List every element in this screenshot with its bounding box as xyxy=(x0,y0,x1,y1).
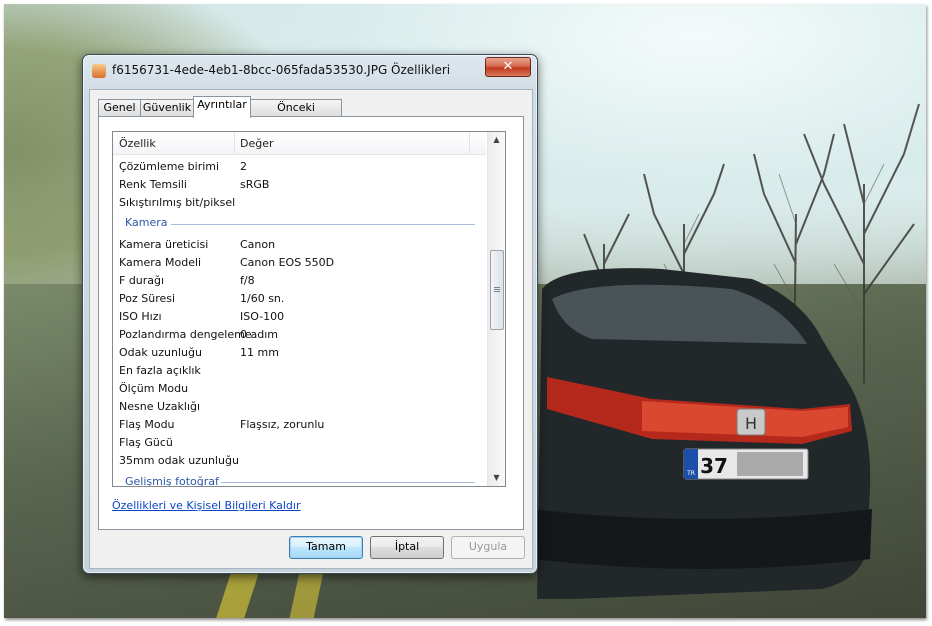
property-name: Odak uzunluğu xyxy=(119,346,202,359)
details-panel: Özellik Değer Çözümleme birimi 2 Renk Te… xyxy=(98,116,524,530)
tab-ayrintilar[interactable]: Ayrıntılar xyxy=(193,96,251,118)
grip-line xyxy=(494,291,500,292)
property-value: Canon xyxy=(240,238,276,251)
grip-line xyxy=(494,287,500,288)
list-header: Özellik Değer xyxy=(113,132,486,155)
property-value: Canon EOS 550D xyxy=(240,256,335,269)
column-separator[interactable] xyxy=(234,132,235,154)
property-name: Ölçüm Modu xyxy=(119,382,189,395)
list-item[interactable]: Ölçüm Modu xyxy=(113,380,486,398)
list-item[interactable]: Flaş Modu Flaşsız, zorunlu xyxy=(113,416,486,434)
close-icon: ✕ xyxy=(502,59,514,74)
cancel-button[interactable]: İptal xyxy=(370,536,444,559)
svg-text:H: H xyxy=(745,414,757,433)
property-value: 1/60 sn. xyxy=(240,292,285,305)
list-item[interactable]: ISO Hızı ISO-100 xyxy=(113,308,486,326)
scrollbar-thumb[interactable] xyxy=(490,250,504,330)
tab-genel[interactable]: Genel xyxy=(98,99,141,117)
property-value: Flaşsız, zorunlu xyxy=(240,418,325,431)
list-item[interactable]: Renk Temsili sRGB xyxy=(113,176,486,194)
remove-properties-link[interactable]: Özellikleri ve Kişisel Bilgileri Kaldır xyxy=(112,499,301,512)
tab-onceki-surumler[interactable]: Önceki Sürümler xyxy=(250,99,342,130)
property-name: Poz Süresi xyxy=(119,292,176,305)
property-name: Pozlandırma dengeleme xyxy=(119,328,252,341)
property-value: 2 xyxy=(240,160,247,173)
list-item[interactable]: Odak uzunluğu 11 mm xyxy=(113,344,486,362)
property-name: Kamera Modeli xyxy=(119,256,202,269)
column-header-property[interactable]: Özellik xyxy=(119,137,156,150)
property-name: Sıkıştırılmış bit/piksel xyxy=(119,196,236,209)
arrow-up-icon: ▲ xyxy=(493,135,500,144)
property-list[interactable]: Özellik Değer Çözümleme birimi 2 Renk Te… xyxy=(112,131,506,487)
property-value: ISO-100 xyxy=(240,310,285,323)
vertical-scrollbar[interactable]: ▲ ▼ xyxy=(487,132,505,486)
close-button[interactable]: ✕ xyxy=(485,57,531,77)
list-item[interactable]: Flaş Gücü xyxy=(113,434,486,452)
property-name: Flaş Modu xyxy=(119,418,175,431)
list-item[interactable]: En fazla açıklık xyxy=(113,362,486,380)
list-item[interactable]: Sıkıştırılmış bit/piksel xyxy=(113,194,486,212)
column-header-value[interactable]: Değer xyxy=(240,137,274,150)
list-item[interactable]: Nesne Uzaklığı xyxy=(113,398,486,416)
property-name: 35mm odak uzunluğu xyxy=(119,454,239,467)
list-item[interactable]: Pozlandırma dengeleme 0 adım xyxy=(113,326,486,344)
arrow-down-icon: ▼ xyxy=(493,473,500,482)
tab-guvenlik[interactable]: Güvenlik xyxy=(140,99,194,117)
window-title: f6156731-4ede-4eb1-8bcc-065fada53530.JPG… xyxy=(112,63,451,77)
group-divider xyxy=(171,224,475,225)
list-item[interactable]: Kamera üreticisi Canon xyxy=(113,236,486,254)
column-separator[interactable] xyxy=(469,132,470,154)
property-name: Çözümleme birimi xyxy=(119,160,220,173)
property-value: 11 mm xyxy=(240,346,279,359)
grip-line xyxy=(494,289,500,290)
property-name: En fazla açıklık xyxy=(119,364,201,377)
apply-button[interactable]: Uygula xyxy=(451,536,525,559)
scroll-up-button[interactable]: ▲ xyxy=(488,132,505,148)
property-value: 0 adım xyxy=(240,328,278,341)
list-item[interactable]: Çözümleme birimi 2 xyxy=(113,158,486,176)
plate-country: TR xyxy=(686,470,695,477)
group-divider xyxy=(221,482,475,483)
car-rear: H TR 37 xyxy=(532,268,872,599)
property-name: Renk Temsili xyxy=(119,178,187,191)
title-bar[interactable]: f6156731-4ede-4eb1-8bcc-065fada53530.JPG… xyxy=(83,55,537,85)
desktop-wallpaper: H TR 37 f6156731-4ede-4eb1-8bcc-065fada5… xyxy=(4,4,926,618)
ok-button[interactable]: Tamam xyxy=(289,536,363,559)
property-value: f/8 xyxy=(240,274,255,287)
scroll-down-button[interactable]: ▼ xyxy=(488,470,505,486)
property-name: ISO Hızı xyxy=(119,310,162,323)
dialog-client: Genel Güvenlik Ayrıntılar Önceki Sürümle… xyxy=(89,89,533,569)
property-name: Flaş Gücü xyxy=(119,436,173,449)
list-item[interactable]: F durağı f/8 xyxy=(113,272,486,290)
image-file-icon xyxy=(92,64,106,78)
property-name: Nesne Uzaklığı xyxy=(119,400,201,413)
list-item[interactable]: 35mm odak uzunluğu xyxy=(113,452,486,470)
properties-dialog: f6156731-4ede-4eb1-8bcc-065fada53530.JPG… xyxy=(82,54,538,574)
property-name: Kamera üreticisi xyxy=(119,238,209,251)
group-header-advanced-photo: Gelişmiş fotoğraf xyxy=(125,475,219,487)
property-value: sRGB xyxy=(240,178,270,191)
group-header-camera: Kamera xyxy=(125,216,168,229)
plate-number: 37 xyxy=(700,454,728,478)
property-name: F durağı xyxy=(119,274,165,287)
list-item[interactable]: Kamera Modeli Canon EOS 550D xyxy=(113,254,486,272)
list-item[interactable]: Poz Süresi 1/60 sn. xyxy=(113,290,486,308)
